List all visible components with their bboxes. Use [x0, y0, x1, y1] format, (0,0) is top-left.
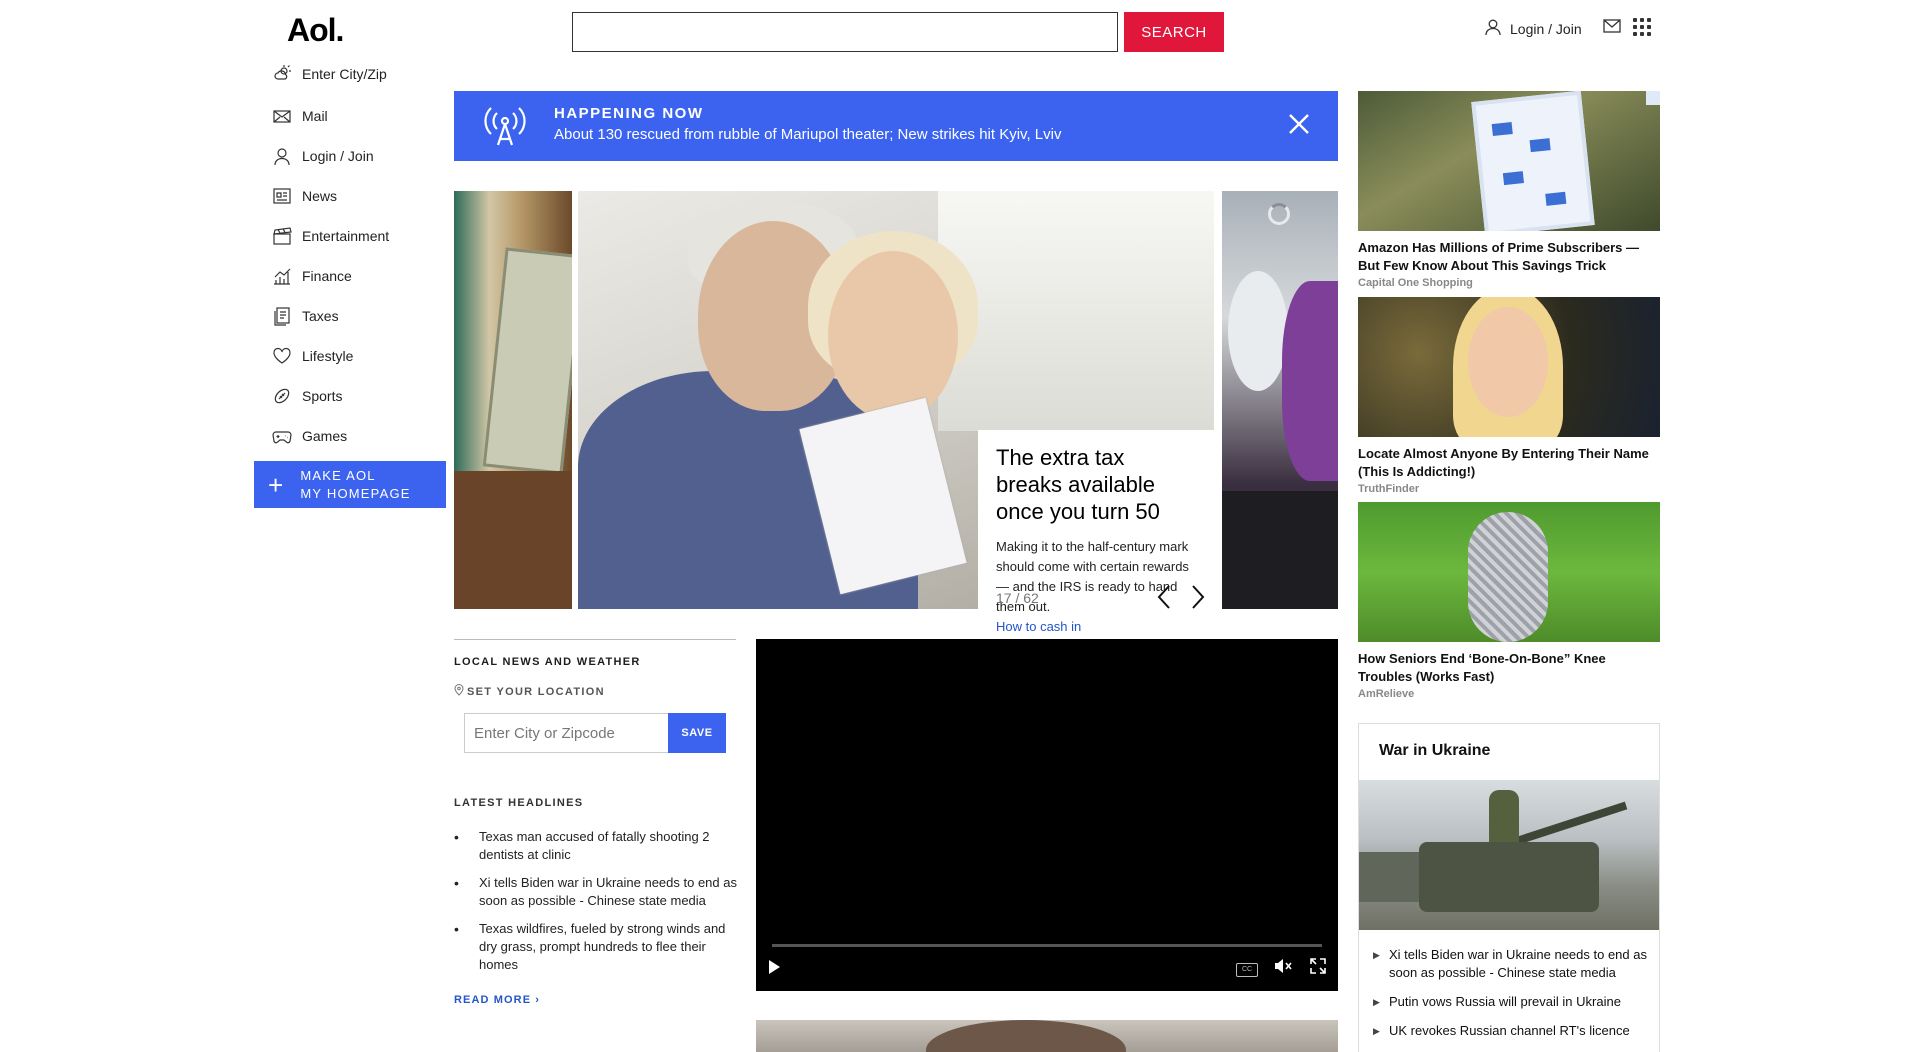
ad-card[interactable]: Amazon Has Millions of Prime Subscribers… — [1358, 91, 1660, 289]
set-location-label: SET YOUR LOCATION — [454, 684, 605, 699]
local-news-title: LOCAL NEWS AND WEATHER — [454, 656, 641, 668]
carousel-title[interactable]: The extra tax breaks available once you … — [996, 444, 1196, 525]
headline-item[interactable]: Texas man accused of fatally shooting 2 … — [454, 828, 744, 864]
nav-label: Games — [302, 428, 348, 444]
close-icon[interactable] — [1286, 111, 1312, 137]
ad-source: AmRelieve — [1358, 688, 1415, 700]
search-button[interactable]: SEARCH — [1124, 12, 1224, 52]
taxes-icon — [274, 307, 290, 326]
apps-grid-icon[interactable] — [1633, 18, 1651, 36]
carousel-prev-slide-image[interactable] — [454, 191, 572, 609]
plus-icon: + — [268, 469, 285, 500]
mute-icon[interactable] — [1274, 958, 1292, 979]
nav-label: News — [302, 188, 338, 204]
ad-image[interactable] — [1358, 297, 1660, 437]
war-headline-item[interactable]: UK revokes Russian channel RT's licence — [1373, 1022, 1653, 1040]
divider — [454, 639, 736, 640]
news-icon — [273, 188, 291, 204]
adchoices-icon[interactable] — [1646, 91, 1660, 105]
ad-image[interactable] — [1358, 91, 1660, 231]
aol-logo[interactable]: Aol. — [287, 12, 344, 49]
closed-captions-icon[interactable]: CC — [1236, 963, 1258, 977]
nav-label: Entertainment — [302, 228, 390, 244]
broadcast-icon — [478, 105, 532, 152]
news-thumbnail-image[interactable] — [756, 1020, 1338, 1052]
nav-item-login[interactable]: Login / Join — [272, 136, 452, 176]
ad-title[interactable]: Amazon Has Millions of Prime Subscribers… — [1358, 239, 1660, 275]
nav-item-sports[interactable]: Sports — [272, 376, 452, 416]
fullscreen-icon[interactable] — [1310, 958, 1326, 979]
carousel-next-slide-image[interactable] — [1222, 191, 1338, 609]
headline-item[interactable]: Xi tells Biden war in Ukraine needs to e… — [454, 874, 744, 910]
make-homepage-button[interactable]: + MAKE AOL MY HOMEPAGE — [254, 461, 446, 508]
ad-source: TruthFinder — [1358, 483, 1420, 495]
nav-label: Taxes — [302, 308, 339, 324]
nav-item-taxes[interactable]: Taxes — [272, 296, 452, 336]
nav-label: Finance — [302, 268, 352, 284]
nav-item-entertainment[interactable]: Entertainment — [272, 216, 452, 256]
loading-spinner-icon — [1268, 203, 1290, 225]
happening-now-label: HAPPENING NOW — [554, 105, 704, 122]
save-location-button[interactable]: SAVE — [668, 713, 726, 753]
ad-card[interactable]: How Seniors End ‘Bone-On-Bone” Knee Trou… — [1358, 502, 1660, 700]
ad-card[interactable]: Locate Almost Anyone By Entering Their N… — [1358, 297, 1660, 495]
chevron-right-icon[interactable] — [1190, 584, 1206, 615]
war-headline-item[interactable]: Xi tells Biden war in Ukraine needs to e… — [1373, 946, 1653, 982]
headline-item[interactable]: Texas wildfires, fueled by strong winds … — [454, 920, 744, 974]
heart-icon — [273, 347, 291, 364]
football-icon — [274, 388, 290, 404]
war-in-ukraine-module: War in Ukraine Xi tells Biden war in Ukr… — [1358, 723, 1660, 1052]
nav-label: Sports — [302, 388, 343, 404]
make-homepage-line1: MAKE AOL — [300, 467, 376, 483]
video-player[interactable]: CC — [756, 639, 1338, 991]
happening-now-headline[interactable]: About 130 rescued from rubble of Mariupo… — [554, 126, 1061, 143]
login-join-label: Login / Join — [1510, 20, 1582, 37]
make-homepage-line2: MY HOMEPAGE — [300, 485, 411, 501]
happening-now-banner[interactable]: HAPPENING NOW About 130 rescued from rub… — [454, 91, 1338, 161]
set-location-text: SET YOUR LOCATION — [467, 685, 605, 698]
nav-label: Enter City/Zip — [302, 66, 387, 82]
mail-icon — [273, 110, 291, 123]
play-icon[interactable] — [766, 958, 782, 981]
mail-icon[interactable] — [1603, 19, 1621, 38]
location-pin-icon — [454, 684, 464, 699]
nav-item-weather[interactable]: Enter City/Zip — [272, 62, 452, 86]
latest-headlines-title: LATEST HEADLINES — [454, 797, 584, 809]
city-zip-input[interactable] — [464, 713, 669, 753]
carousel-link[interactable]: How to cash in — [996, 619, 1196, 634]
nav-item-news[interactable]: News — [272, 176, 452, 216]
carousel-counter: 17 / 62 — [996, 590, 1039, 606]
user-icon — [274, 148, 290, 166]
ad-title[interactable]: Locate Almost Anyone By Entering Their N… — [1358, 445, 1660, 481]
nav-label: Lifestyle — [302, 348, 354, 364]
chevron-left-icon[interactable] — [1156, 584, 1172, 615]
war-headline-item[interactable]: Putin vows Russia will prevail in Ukrain… — [1373, 993, 1653, 1011]
nav-item-finance[interactable]: Finance — [272, 256, 452, 296]
clapper-icon — [273, 227, 292, 245]
nav-item-games[interactable]: Games — [272, 416, 452, 456]
nav-item-lifestyle[interactable]: Lifestyle — [272, 336, 452, 376]
video-progress-bar[interactable] — [772, 944, 1322, 947]
weather-icon — [274, 65, 291, 80]
search-input[interactable] — [572, 12, 1118, 52]
war-headlines-list: Xi tells Biden war in Ukraine needs to e… — [1373, 946, 1653, 1051]
chart-icon — [274, 268, 291, 285]
ad-source: Capital One Shopping — [1358, 277, 1473, 289]
login-join-link[interactable]: Login / Join — [1484, 18, 1582, 39]
read-more-link[interactable]: READ MORE › — [454, 994, 540, 1006]
gamepad-icon — [272, 431, 292, 444]
module-title[interactable]: War in Ukraine — [1379, 742, 1490, 760]
ad-title[interactable]: How Seniors End ‘Bone-On-Bone” Knee Trou… — [1358, 650, 1660, 686]
nav-label: Login / Join — [302, 148, 374, 164]
latest-headlines-list: Texas man accused of fatally shooting 2 … — [454, 828, 744, 984]
war-image[interactable] — [1359, 780, 1659, 930]
user-icon — [1484, 18, 1502, 39]
nav-item-mail[interactable]: Mail — [272, 96, 452, 136]
make-homepage-label: MAKE AOL MY HOMEPAGE — [300, 467, 410, 503]
ad-image[interactable] — [1358, 502, 1660, 642]
nav-label: Mail — [302, 108, 328, 124]
left-nav: Enter City/Zip Mail Login / Join News En… — [272, 62, 452, 456]
